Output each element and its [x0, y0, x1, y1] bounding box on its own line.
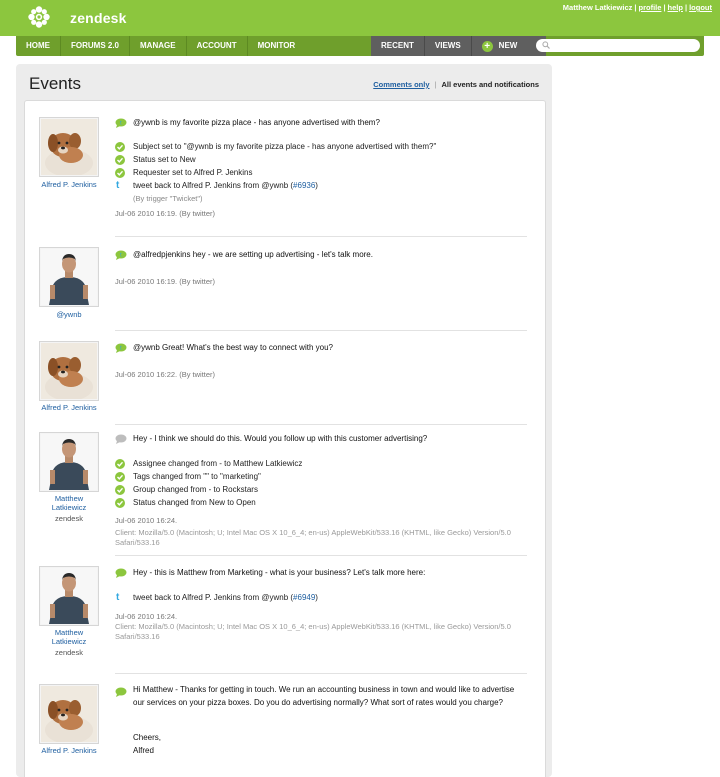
all-events-filter[interactable]: All events and notifications	[441, 80, 539, 89]
twitter-comment-icon: t	[115, 250, 127, 260]
check-icon	[115, 155, 125, 165]
check-icon	[115, 459, 125, 469]
comment-text: Hey - I think we should do this. Would y…	[133, 434, 428, 443]
twitter-comment-icon: t	[115, 118, 127, 128]
logout-link[interactable]: logout	[689, 3, 712, 12]
comment-text: @ywnb Great! What's the best way to conn…	[133, 343, 333, 352]
dog-avatar-icon	[41, 119, 97, 175]
comment-text: @alfredpjenkins hey - we are setting up …	[133, 250, 373, 259]
author-org: zendesk	[55, 514, 83, 523]
event-timestamp: Jul-06 2010 16:24.	[115, 612, 178, 621]
check-icon	[115, 498, 125, 508]
twitter-icon: t	[116, 592, 120, 603]
comment-bubble-icon	[115, 434, 127, 444]
comment-text: Hey - this is Matthew from Marketing - w…	[133, 568, 426, 577]
nav-new[interactable]: + NEW	[472, 36, 528, 56]
nav-new-label: NEW	[498, 41, 518, 50]
svg-text:t: t	[120, 121, 122, 127]
nav-home[interactable]: HOME	[16, 36, 61, 56]
avatar[interactable]	[39, 117, 99, 177]
nav-forums[interactable]: FORUMS 2.0	[61, 36, 131, 56]
author-name[interactable]: Matthew Latkiewicz	[47, 628, 91, 646]
avatar[interactable]	[39, 341, 99, 401]
man-avatar-icon	[41, 568, 97, 624]
comment-text: Hi Matthew - Thanks for getting in touch…	[133, 685, 515, 707]
ticket-link[interactable]: #6949	[293, 593, 315, 602]
avatar[interactable]	[39, 247, 99, 307]
brand-name[interactable]: zendesk	[70, 10, 127, 26]
man-avatar-icon	[41, 249, 97, 305]
event-timestamp: Jul-06 2010 16:22. (By twitter)	[115, 370, 216, 379]
check-icon	[115, 472, 125, 482]
nav-recent[interactable]: RECENT	[371, 36, 425, 56]
divider	[115, 236, 527, 237]
user-links: Matthew Latkiewicz | profile | help | logout	[562, 3, 712, 12]
ticket-link[interactable]: #6936	[293, 181, 315, 190]
comment-signoff: Cheers,	[133, 733, 162, 742]
divider	[115, 330, 527, 331]
event-timestamp: Jul-06 2010 16:19. (By twitter)	[115, 209, 216, 218]
page-title: Events	[29, 74, 81, 93]
svg-text:t: t	[120, 346, 122, 352]
dog-avatar-icon	[41, 686, 97, 742]
author-name[interactable]: Alfred P. Jenkins	[29, 746, 109, 756]
zendesk-logo-icon[interactable]	[28, 6, 50, 28]
avatar[interactable]	[39, 566, 99, 626]
top-bar: zendesk Matthew Latkiewicz | profile | help |…	[0, 0, 720, 36]
event-timestamp: Jul-06 2010 16:19. (By twitter)	[115, 277, 216, 286]
author-name[interactable]: Alfred P. Jenkins	[29, 180, 109, 190]
comments-only-filter[interactable]: Comments only	[373, 80, 429, 89]
divider	[115, 424, 527, 425]
author-org: zendesk	[55, 648, 83, 657]
author-name[interactable]: @ywnb	[29, 310, 109, 320]
nav-monitor[interactable]: MONITOR	[248, 36, 306, 56]
nav-views[interactable]: VIEWS	[425, 36, 472, 56]
client-info: Client: Mozilla/5.0 (Macintosh; U; Intel…	[115, 622, 511, 641]
check-icon	[115, 168, 125, 178]
nav-account[interactable]: ACCOUNT	[187, 36, 248, 56]
user-name[interactable]: Matthew Latkiewicz	[563, 3, 633, 12]
nav-manage[interactable]: MANAGE	[130, 36, 187, 56]
svg-text:t: t	[120, 253, 122, 259]
plus-icon: +	[481, 40, 493, 52]
client-info: Client: Mozilla/5.0 (Macintosh; U; Intel…	[115, 528, 511, 547]
avatar[interactable]	[39, 432, 99, 492]
events-list: Alfred P. Jenkins t @ywnb is my favorite…	[24, 100, 546, 777]
divider	[115, 673, 527, 674]
twitter-comment-icon: t	[115, 343, 127, 353]
events-panel: Events Comments only | All events and noti…	[16, 64, 552, 777]
check-icon	[115, 142, 125, 152]
search-icon	[542, 41, 550, 49]
avatar[interactable]	[39, 684, 99, 744]
trigger-note: (By trigger "Twicket")	[133, 194, 203, 203]
search-input[interactable]	[536, 39, 700, 52]
profile-link[interactable]: profile	[639, 3, 662, 12]
twitter-icon: t	[116, 180, 120, 191]
author-name[interactable]: Alfred P. Jenkins	[29, 403, 109, 413]
author-name[interactable]: Matthew Latkiewicz	[47, 494, 91, 512]
divider	[115, 555, 527, 556]
dog-avatar-icon	[41, 343, 97, 399]
help-link[interactable]: help	[668, 3, 683, 12]
main-nav: HOME FORUMS 2.0 MANAGE ACCOUNT MONITOR R…	[16, 36, 704, 56]
event-filters: Comments only | All events and notificatio…	[373, 80, 539, 89]
comment-bubble-icon	[115, 687, 127, 697]
comment-bubble-icon	[115, 568, 127, 578]
man-avatar-icon	[41, 434, 97, 490]
check-icon	[115, 485, 125, 495]
comment-signature: Alfred	[133, 746, 154, 755]
comment-text: @ywnb is my favorite pizza place - has a…	[133, 118, 380, 127]
event-timestamp: Jul-06 2010 16:24.	[115, 516, 178, 525]
